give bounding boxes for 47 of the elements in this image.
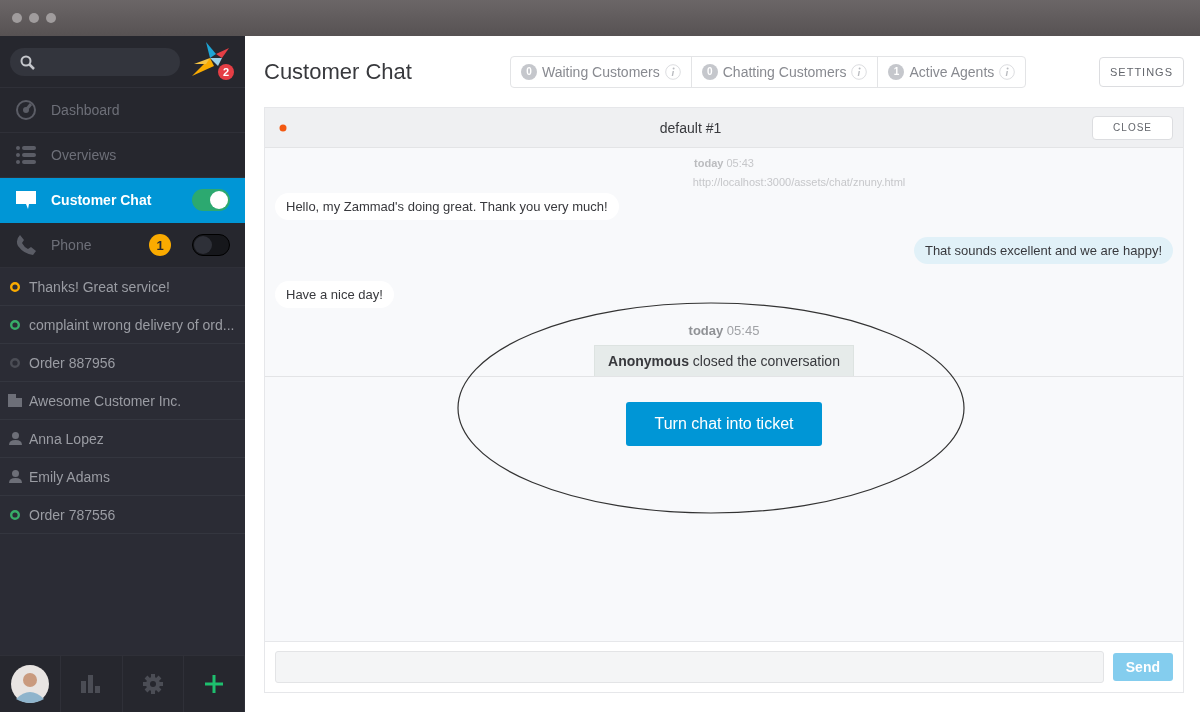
stat-label: Chatting Customers: [722, 63, 847, 80]
task-link[interactable]: Awesome Customer Inc.: [29, 392, 182, 409]
task-link[interactable]: Thanks! Great service!: [29, 278, 170, 295]
count-badge: 1: [149, 234, 171, 256]
chat-title: default #1: [658, 119, 723, 136]
status-message: Anonymous closed the conversation: [594, 345, 854, 377]
stat-label: Active Agents: [909, 63, 995, 80]
customer-message: Have a nice day!: [275, 281, 394, 308]
task-link[interactable]: Order 887956: [29, 354, 116, 371]
count-badge: 1: [888, 63, 905, 80]
dashboard-gauge-icon: [16, 100, 36, 120]
notification-badge: 2: [218, 63, 234, 80]
count-badge: 0: [521, 63, 537, 80]
nav-item[interactable]: Customer Chat: [0, 178, 245, 223]
task-link[interactable]: Emily Adams: [29, 468, 110, 485]
task-link[interactable]: Anna Lopez: [29, 430, 104, 447]
list-icon: [16, 146, 36, 164]
person-icon: [8, 470, 22, 483]
search-icon: [20, 54, 35, 70]
page-title: Customer Chat: [264, 58, 413, 85]
settings-icon[interactable]: [142, 674, 163, 694]
timestamp: today 05:45: [688, 323, 760, 338]
info-icon[interactable]: [851, 63, 868, 80]
chat-bubble-icon: [16, 191, 36, 209]
message-input[interactable]: [275, 651, 1104, 683]
close-button[interactable]: CLOSE: [1092, 115, 1173, 140]
task-link[interactable]: complaint wrong delivery of ord...: [29, 316, 235, 333]
toggle-switch[interactable]: [192, 189, 230, 211]
avatar-icon[interactable]: [11, 665, 50, 703]
bar-chart-icon[interactable]: [81, 675, 102, 693]
task-link[interactable]: Order 787556: [29, 506, 116, 523]
agent-message: That sounds excellent and we are happy!: [913, 237, 1173, 264]
customer-message: Hello, my Zammad's doing great. Thank you very much!: [275, 193, 619, 220]
stat-label: Waiting Customers: [542, 63, 660, 80]
info-icon[interactable]: [999, 63, 1016, 80]
turn-into-ticket-button[interactable]: Turn chat into ticket: [626, 402, 822, 446]
toggle-switch[interactable]: [192, 234, 230, 256]
bird-logo-icon[interactable]: [192, 41, 230, 78]
building-icon: [8, 394, 22, 407]
window-controls-icon[interactable]: [12, 13, 56, 23]
search-field[interactable]: [10, 47, 180, 76]
add-icon[interactable]: [204, 675, 223, 693]
settings-button[interactable]: SETTINGS: [1099, 56, 1184, 87]
info-icon[interactable]: [664, 63, 681, 80]
phone-icon: [16, 235, 36, 255]
person-icon: [8, 432, 22, 445]
count-badge: 0: [701, 63, 718, 80]
